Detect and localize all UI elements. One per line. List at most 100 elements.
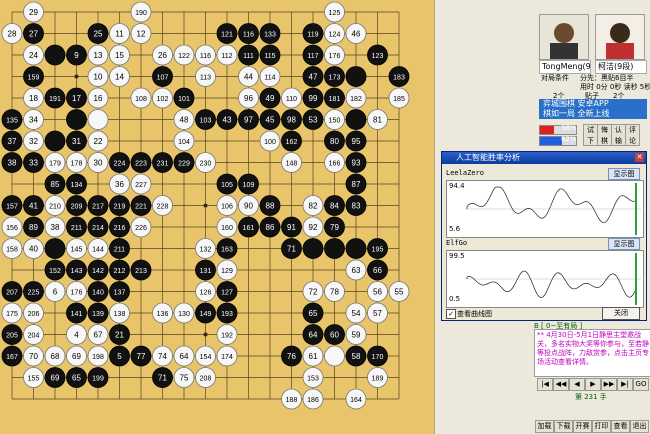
- move-number: 198: [92, 354, 104, 361]
- nav-button-2[interactable]: ◀: [569, 378, 585, 391]
- footer-button-2[interactable]: 开赛: [573, 420, 592, 433]
- nav-button-4[interactable]: ▶▶: [601, 378, 617, 391]
- toolbar-undo-button[interactable]: 悔棋: [597, 124, 612, 146]
- white-stone: 40: [23, 238, 44, 259]
- move-number: 105: [221, 182, 233, 189]
- move-number: 219: [114, 204, 126, 211]
- move-number: 97: [244, 116, 253, 125]
- white-stone: 63: [345, 259, 367, 281]
- footer-button-0[interactable]: 加载: [535, 420, 554, 433]
- black-stone: 195: [367, 238, 388, 259]
- black-stone: 76: [281, 345, 302, 367]
- move-number: 31: [72, 137, 81, 146]
- go-board[interactable]: 29 190 125 28 27 25 11 12 121 116 133 119 124 46 24 9 13…: [0, 0, 434, 434]
- white-stone: 12: [130, 23, 152, 44]
- toolbar-resign-button[interactable]: 认输: [611, 124, 626, 146]
- move-number: 153: [307, 376, 319, 383]
- move-number: 75: [180, 374, 189, 383]
- black-stone: 149: [195, 302, 216, 324]
- move-number: 195: [372, 247, 384, 254]
- black-stone: 221: [130, 195, 152, 216]
- white-stone: 176: [66, 281, 87, 302]
- white-stone: 59: [345, 324, 367, 345]
- move-number: 64: [309, 331, 318, 340]
- white-stone: 100: [259, 130, 281, 152]
- white-stone: 57: [367, 302, 388, 324]
- nav-button-6[interactable]: GO: [633, 378, 649, 391]
- white-stone: 75: [173, 367, 195, 388]
- move-number: 4: [74, 331, 79, 340]
- white-stone: 154: [195, 345, 216, 367]
- nav-button-1[interactable]: ◀◀: [553, 378, 569, 391]
- black-winrate-fill: [540, 126, 554, 134]
- white-stone: 124: [324, 23, 345, 44]
- move-number: 18: [29, 94, 38, 103]
- black-stone: 134: [66, 173, 87, 195]
- engine2-graph-button[interactable]: 显示图: [608, 238, 640, 250]
- black-player-avatar: [539, 14, 589, 60]
- black-stone: [44, 130, 66, 152]
- nav-button-0[interactable]: |◀: [537, 378, 553, 391]
- portrait-icon: [596, 15, 644, 59]
- move-number: 129: [221, 268, 233, 275]
- white-winrate: 62%: [561, 135, 577, 143]
- move-number: 224: [114, 161, 126, 168]
- footer-button-5[interactable]: 退出: [630, 420, 649, 433]
- footer-button-4[interactable]: 查看: [611, 420, 630, 433]
- white-stone: 81: [367, 109, 388, 130]
- engine2-name: ElfGo: [446, 239, 468, 247]
- move-number: 209: [71, 204, 83, 211]
- move-number: 199: [92, 376, 104, 383]
- black-stone: 163: [216, 238, 238, 259]
- footer-button-3[interactable]: 打印: [592, 420, 611, 433]
- move-number: 25: [94, 30, 103, 39]
- toolbar-trial-button[interactable]: 试下: [583, 124, 598, 146]
- move-number: 145: [71, 247, 83, 254]
- ad-banner[interactable]: 弈城围棋 安卓APP 棋如一局 全新上线: [539, 99, 647, 119]
- move-number: 188: [286, 397, 298, 404]
- move-number: 155: [28, 376, 40, 383]
- white-stone: 145: [66, 238, 87, 259]
- black-stone: 80: [324, 130, 345, 152]
- black-stone: 212: [109, 259, 130, 281]
- engine1-graph-button[interactable]: 显示图: [608, 168, 640, 180]
- close-button[interactable]: 关闭: [602, 307, 640, 320]
- move-number: 179: [49, 161, 61, 168]
- move-number: 175: [6, 311, 18, 318]
- move-number: 11: [115, 30, 124, 39]
- move-number: 16: [94, 94, 103, 103]
- black-stone: 219: [109, 195, 130, 216]
- white-stone: 189: [367, 367, 388, 388]
- move-number: 162: [286, 139, 298, 146]
- move-number: 69: [51, 374, 60, 383]
- engine2-winrate-curve: [465, 253, 641, 305]
- footer-button-1[interactable]: 下载: [554, 420, 573, 433]
- move-number: 59: [352, 331, 361, 340]
- black-stone: 65: [302, 302, 324, 324]
- move-number: 113: [200, 75, 211, 82]
- close-icon[interactable]: ✕: [635, 153, 644, 162]
- black-stone: 135: [1, 109, 23, 130]
- nav-button-3[interactable]: ▶: [585, 378, 601, 391]
- black-stone: 66: [367, 259, 388, 281]
- black-stone: 116: [238, 23, 259, 44]
- white-stone: 129: [216, 259, 238, 281]
- move-number: 38: [51, 223, 60, 232]
- toolbar-comment-button[interactable]: 评论: [625, 124, 640, 146]
- move-number: 189: [372, 376, 384, 383]
- nav-button-5[interactable]: ▶|: [617, 378, 633, 391]
- white-stone: 72: [302, 281, 324, 302]
- black-stone: 142: [87, 259, 109, 281]
- move-number: 56: [373, 288, 382, 297]
- move-number: 176: [329, 53, 341, 60]
- move-number: 72: [309, 288, 318, 297]
- black-stone: 117: [302, 44, 324, 66]
- move-number: 159: [28, 75, 40, 82]
- move-number: 114: [264, 75, 275, 82]
- show-curve-checkbox[interactable]: ✓: [446, 309, 456, 319]
- move-number: 178: [71, 161, 83, 168]
- black-stone: 64: [302, 324, 324, 345]
- black-stone: 181: [324, 87, 345, 109]
- white-stone: 4: [66, 324, 87, 345]
- white-stone: 198: [87, 345, 109, 367]
